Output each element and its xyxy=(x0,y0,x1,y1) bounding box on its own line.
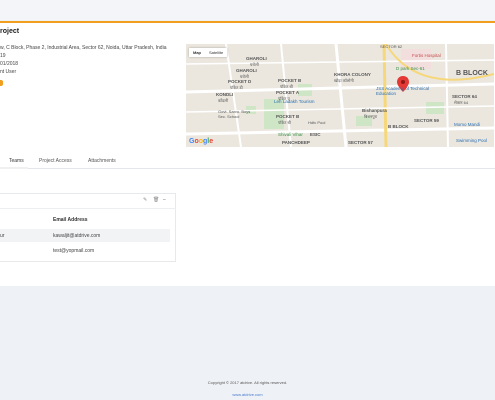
map-label: Bishanpura xyxy=(362,108,387,113)
map-label: JSS Academy of Technical Education xyxy=(376,86,429,96)
map-label: SECTOR 57 xyxy=(348,140,373,145)
tab-teams[interactable]: Teams xyxy=(9,158,24,164)
card-header-divider xyxy=(0,208,176,209)
top-bar xyxy=(0,0,495,20)
map-label: सेक्टर 64 xyxy=(454,100,469,105)
map-type-satellite-button[interactable]: Satellite xyxy=(205,48,227,57)
tab-attachments[interactable]: Attachments xyxy=(88,158,116,164)
location-map[interactable]: Map Satellite GHAROLI घरोली GHAROLI घरोल… xyxy=(186,44,494,147)
map-label: GHAROLI xyxy=(236,68,257,73)
collapse-icon[interactable]: − xyxy=(163,197,166,203)
map-label: Fortis Hospital xyxy=(412,53,441,58)
map-label: ESIC xyxy=(310,132,321,137)
map-label: POCKET B xyxy=(276,114,300,119)
project-date: 01/2018 xyxy=(0,61,19,67)
active-tab-indicator xyxy=(0,167,28,169)
footer-link[interactable]: www.atdrive.com xyxy=(0,392,495,397)
member-email: test@yopmail.com xyxy=(53,248,95,254)
map-label: GHAROLI xyxy=(246,56,267,61)
email-column-header: Email Address xyxy=(53,217,88,223)
map-label: SECTOR 64 xyxy=(452,94,477,99)
tabs-divider xyxy=(0,168,495,169)
project-address: w, C Block, Phase 2, Industrial Area, Se… xyxy=(0,45,167,51)
map-label: KONDLI xyxy=(216,92,234,97)
member-email: kawaljit@atdrive.com xyxy=(53,233,101,239)
map-label: पॉकेट बी xyxy=(278,120,291,125)
map-label: KHORA COLONY xyxy=(334,72,371,77)
map-label: बिशनपुरा xyxy=(364,114,378,119)
map-label: POCKET B xyxy=(278,78,302,83)
map-label: PANCHDEEP xyxy=(282,140,310,145)
map-label: खोड़ा कॉलोनी xyxy=(334,78,354,83)
tab-project-access[interactable]: Project Access xyxy=(39,158,72,164)
map-label: D park Sec-61 xyxy=(396,66,425,71)
map-label: कोंडली xyxy=(218,98,228,103)
map-label: SECTOR 62 xyxy=(380,44,403,49)
project-user: nt User xyxy=(0,69,17,75)
map-label: POCKET A xyxy=(276,90,300,95)
map-label: B BLOCK xyxy=(388,124,409,129)
map-label: Momo Mandi xyxy=(454,122,481,127)
map-label: SECTOR 59 xyxy=(414,118,439,123)
project-detail: 19 xyxy=(0,53,6,59)
map-label: Hdfc Pool xyxy=(308,120,326,125)
map-type-control[interactable]: Map Satellite xyxy=(189,48,228,57)
delete-icon[interactable]: 🗑 xyxy=(153,197,159,203)
map-type-map-button[interactable]: Map xyxy=(189,48,205,57)
map-label: Govt. Sarvo. Boys Sec. School xyxy=(218,109,251,119)
map-label: Shivali Vihar xyxy=(278,132,303,137)
member-name: ur xyxy=(0,233,5,239)
status-badge xyxy=(0,80,3,86)
footer-copyright: Copyright © 2017 atdrive. All rights res… xyxy=(207,380,288,385)
map-label: Leh Ladakh Tourism xyxy=(274,99,315,104)
project-title: roject xyxy=(0,28,20,35)
map-label: B BLOCK xyxy=(456,70,488,77)
google-logo: Google xyxy=(189,138,214,145)
edit-icon[interactable]: ✎ xyxy=(143,197,147,203)
map-label: पॉकेट डी xyxy=(230,85,243,90)
map-label: Swimming Pool xyxy=(456,138,488,143)
map-label: POCKET D xyxy=(228,79,252,84)
